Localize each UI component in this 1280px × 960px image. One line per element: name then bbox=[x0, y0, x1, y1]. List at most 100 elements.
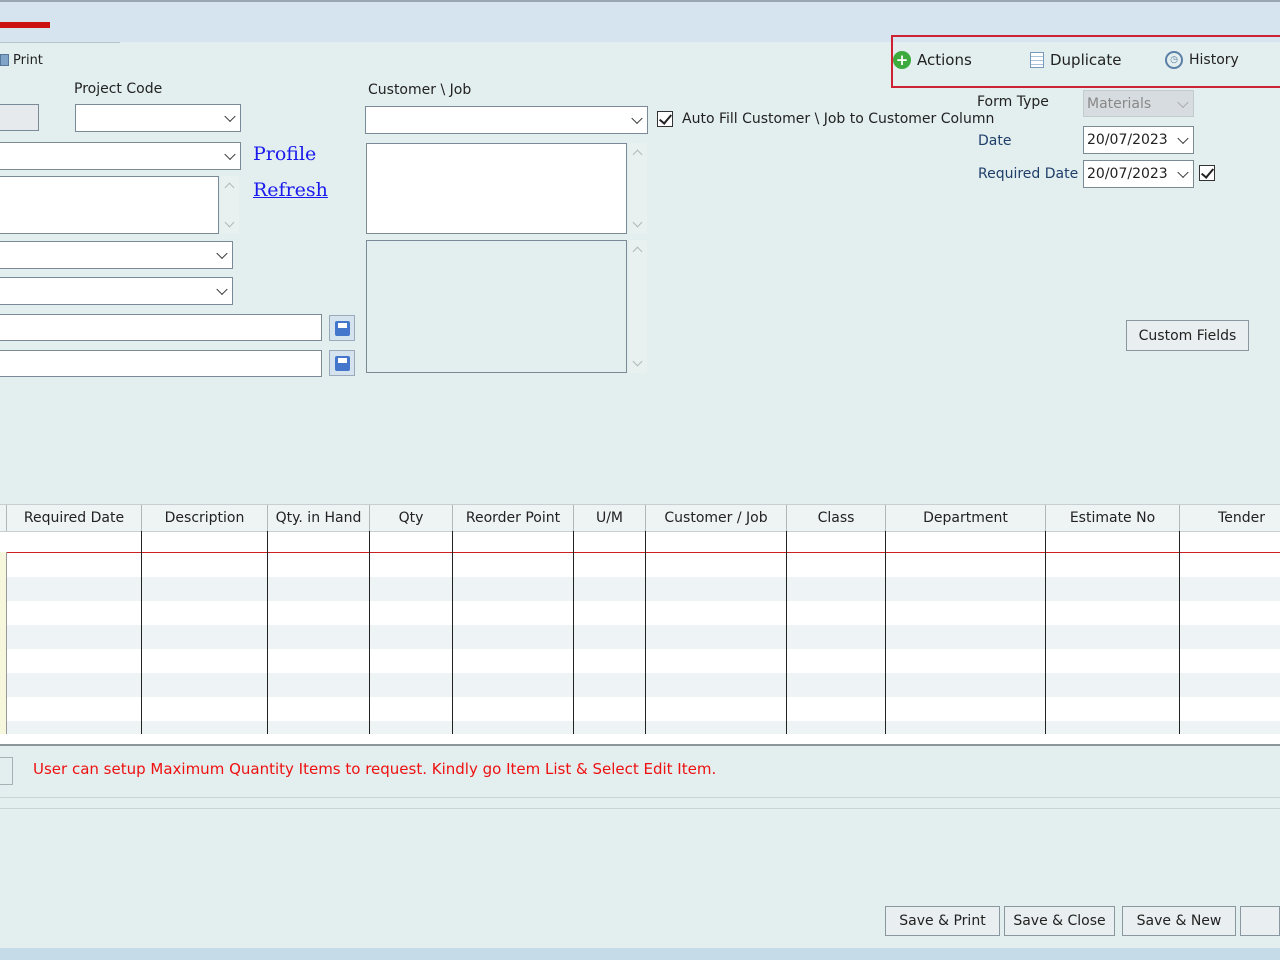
custom-fields-button[interactable]: Custom Fields bbox=[1126, 320, 1249, 351]
history-label: History bbox=[1189, 52, 1239, 68]
print-button[interactable]: Print bbox=[0, 51, 43, 69]
column-header[interactable]: Tender bbox=[1180, 505, 1280, 531]
auto-fill-checkbox[interactable] bbox=[657, 111, 673, 127]
grid-row[interactable] bbox=[0, 577, 1280, 601]
grid-row[interactable] bbox=[0, 673, 1280, 697]
history-button[interactable]: ◷ History bbox=[1165, 50, 1239, 70]
chevron-down-icon bbox=[1177, 166, 1189, 179]
scroll-up-icon bbox=[632, 246, 643, 257]
overflow-button[interactable] bbox=[1240, 906, 1280, 936]
info-message: User can setup Maximum Quantity Items to… bbox=[33, 760, 717, 778]
project-code-label: Project Code bbox=[74, 81, 163, 97]
form-type-value: Materials bbox=[1087, 95, 1152, 112]
column-header[interactable]: Qty bbox=[370, 505, 453, 531]
column-header[interactable]: Department bbox=[886, 505, 1046, 531]
required-date-picker[interactable]: 20/07/2023 bbox=[1083, 160, 1194, 188]
save-print-button[interactable]: Save & Print bbox=[885, 906, 1000, 936]
duplicate-icon bbox=[1030, 52, 1044, 68]
disk-icon bbox=[334, 320, 350, 336]
divider bbox=[0, 808, 1280, 809]
form-type-select[interactable]: Materials bbox=[1083, 90, 1194, 117]
save-close-button[interactable]: Save & Close bbox=[1004, 906, 1115, 936]
required-date-checkbox[interactable] bbox=[1199, 165, 1215, 181]
tab-indicator bbox=[0, 22, 50, 28]
duplicate-label: Duplicate bbox=[1050, 51, 1122, 69]
column-header[interactable]: Customer / Job bbox=[646, 505, 787, 531]
history-icon: ◷ bbox=[1165, 51, 1183, 69]
scroll-down-icon bbox=[224, 217, 235, 228]
auto-fill-label: Auto Fill Customer \ Job to Customer Col… bbox=[682, 111, 995, 127]
column-header[interactable]: Estimate No bbox=[1046, 505, 1180, 531]
grid-header: Required Date Description Qty. in Hand Q… bbox=[0, 504, 1280, 532]
vendor-select[interactable] bbox=[0, 142, 241, 170]
memo-textarea[interactable] bbox=[366, 143, 627, 234]
customer-job-label: Customer \ Job bbox=[368, 82, 472, 98]
notes-scrollbar[interactable] bbox=[629, 240, 647, 373]
field-select-1[interactable] bbox=[0, 241, 233, 269]
chevron-down-icon bbox=[216, 247, 228, 260]
column-header[interactable]: Required Date bbox=[7, 505, 142, 531]
notes-textarea[interactable] bbox=[366, 240, 627, 373]
profile-link[interactable]: Profile bbox=[253, 143, 316, 165]
address-textarea[interactable] bbox=[0, 176, 219, 234]
row-selector-strip bbox=[0, 552, 7, 734]
column-divider bbox=[369, 531, 370, 734]
required-date-label: Required Date bbox=[978, 166, 1079, 182]
chevron-down-icon bbox=[1177, 96, 1189, 108]
plus-icon: + bbox=[893, 51, 911, 69]
required-date-value: 20/07/2023 bbox=[1087, 166, 1168, 182]
divider bbox=[0, 797, 1280, 798]
column-divider bbox=[1045, 531, 1046, 734]
scroll-down-icon bbox=[632, 356, 643, 367]
customer-job-select[interactable] bbox=[365, 106, 648, 134]
text-field-2[interactable] bbox=[0, 350, 322, 377]
save-new-button[interactable]: Save & New bbox=[1122, 906, 1236, 936]
grid-row[interactable] bbox=[0, 625, 1280, 649]
items-grid[interactable]: Required Date Description Qty. in Hand Q… bbox=[0, 504, 1280, 746]
refresh-link[interactable]: Refresh bbox=[253, 179, 328, 201]
text-field-1[interactable] bbox=[0, 314, 322, 341]
duplicate-button[interactable]: Duplicate bbox=[1030, 50, 1121, 70]
grid-row[interactable] bbox=[0, 721, 1280, 734]
scroll-up-icon bbox=[632, 149, 643, 160]
column-divider bbox=[141, 531, 142, 734]
date-picker[interactable]: 20/07/2023 bbox=[1083, 126, 1194, 154]
column-divider bbox=[645, 531, 646, 734]
number-field[interactable] bbox=[0, 104, 39, 131]
print-label: Print bbox=[13, 52, 43, 68]
field-select-2[interactable] bbox=[0, 277, 233, 305]
chevron-down-icon bbox=[224, 148, 236, 161]
toolbar-divider bbox=[0, 42, 120, 43]
column-header[interactable]: Class bbox=[787, 505, 886, 531]
address-scrollbar[interactable] bbox=[221, 176, 239, 234]
chevron-down-icon bbox=[224, 110, 236, 123]
scroll-up-icon bbox=[224, 182, 235, 193]
save-field-2-button[interactable] bbox=[329, 350, 355, 376]
column-divider bbox=[786, 531, 787, 734]
scroll-down-icon bbox=[632, 217, 643, 228]
new-row-indicator bbox=[0, 552, 1280, 553]
column-header[interactable]: U/M bbox=[574, 505, 646, 531]
column-divider bbox=[885, 531, 886, 734]
grid-row-header bbox=[0, 505, 7, 531]
actions-button[interactable]: + Actions bbox=[893, 50, 972, 70]
column-header[interactable]: Qty. in Hand bbox=[268, 505, 370, 531]
chevron-down-icon bbox=[216, 283, 228, 296]
column-divider bbox=[452, 531, 453, 734]
column-header[interactable]: Reorder Point bbox=[453, 505, 574, 531]
form-type-label: Form Type bbox=[977, 94, 1049, 110]
status-bar bbox=[0, 948, 1280, 960]
memo-scrollbar[interactable] bbox=[629, 143, 647, 234]
column-divider bbox=[267, 531, 268, 734]
column-divider bbox=[573, 531, 574, 734]
printer-icon bbox=[0, 54, 9, 66]
date-value: 20/07/2023 bbox=[1087, 132, 1168, 148]
disk-icon bbox=[334, 355, 350, 371]
chevron-down-icon bbox=[1177, 132, 1189, 145]
chevron-down-icon bbox=[631, 112, 643, 125]
message-side-button[interactable] bbox=[0, 757, 13, 785]
save-field-1-button[interactable] bbox=[329, 315, 355, 341]
project-code-select[interactable] bbox=[75, 104, 241, 132]
column-header[interactable]: Description bbox=[142, 505, 268, 531]
actions-label: Actions bbox=[917, 51, 972, 69]
